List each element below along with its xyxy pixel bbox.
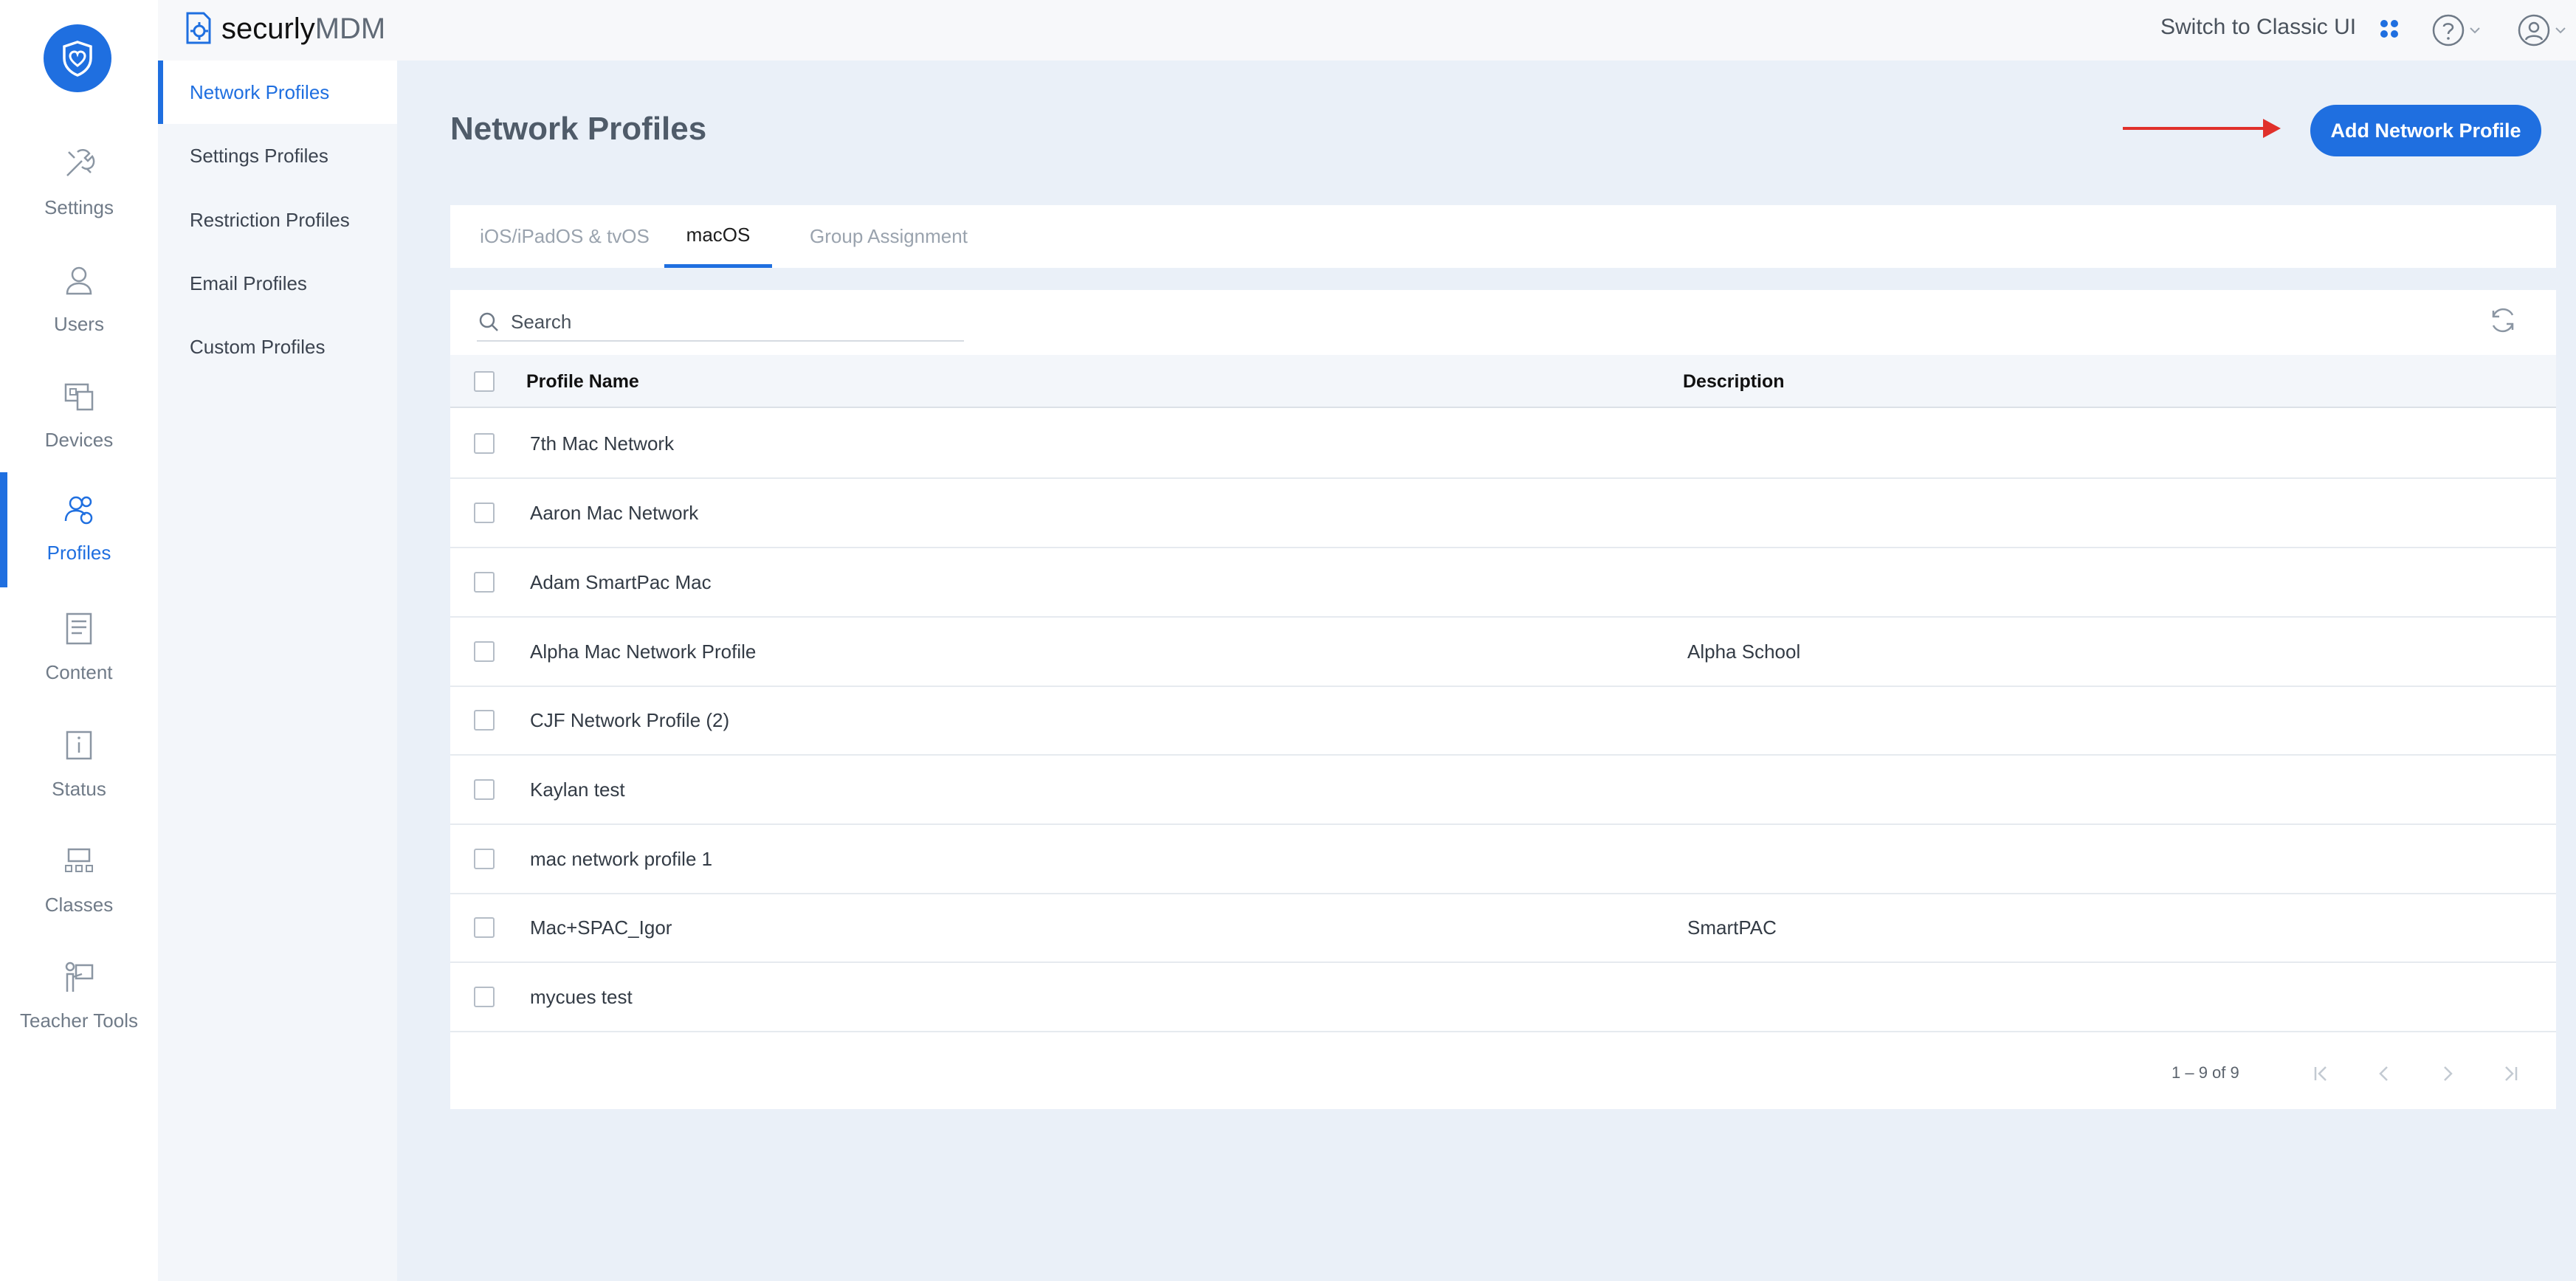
refresh-icon[interactable] (2487, 305, 2518, 339)
row-checkbox[interactable] (474, 849, 495, 869)
tab-ios-ipados-tvos[interactable]: iOS/iPadOS & tvOS (469, 205, 660, 268)
row-checkbox[interactable] (474, 779, 495, 800)
search-icon (479, 312, 498, 331)
table-row[interactable]: Mac+SPAC_Igor SmartPAC (450, 894, 2556, 963)
page-title: Network Profiles (450, 111, 707, 147)
profiles-subnav: Network Profiles Settings Profiles Restr… (158, 61, 397, 1281)
top-bar: securlyMDM Switch to Classic UI (158, 0, 2576, 61)
description-cell: SmartPAC (1687, 916, 1777, 939)
rail-item-content[interactable]: Content (0, 592, 158, 707)
next-page-icon[interactable] (2430, 1056, 2465, 1091)
row-checkbox[interactable] (474, 503, 495, 523)
select-all-checkbox[interactable] (474, 371, 495, 392)
rail-item-users[interactable]: Users (0, 244, 158, 359)
row-checkbox[interactable] (474, 917, 495, 938)
profile-name-cell[interactable]: 7th Mac Network (530, 410, 674, 477)
brand-suffix: MDM (314, 12, 386, 45)
mdm-gear-document-icon (186, 12, 211, 44)
chevron-down-icon (2555, 27, 2566, 34)
row-checkbox[interactable] (474, 641, 495, 662)
pagination-bar: 1 – 9 of 9 (450, 1035, 2556, 1109)
column-header-profile-name[interactable]: Profile Name (526, 355, 639, 408)
previous-page-icon[interactable] (2366, 1056, 2402, 1091)
profile-name-cell[interactable]: mac network profile 1 (530, 825, 712, 893)
row-checkbox[interactable] (474, 987, 495, 1007)
brand-logo[interactable]: securlyMDM (182, 10, 385, 47)
rail-item-label: Settings (44, 196, 114, 218)
platform-tabs: iOS/iPadOS & tvOS macOS Group Assignment (450, 205, 2556, 268)
table-row[interactable]: Aaron Mac Network (450, 479, 2556, 548)
rail-item-teacher-tools[interactable]: Teacher Tools (0, 940, 158, 1055)
table-row[interactable]: mycues test (450, 963, 2556, 1032)
rail-item-label: Profiles (47, 542, 111, 564)
account-icon (2518, 14, 2550, 46)
search-input[interactable]: Search (511, 311, 571, 334)
chevron-down-icon (2470, 27, 2480, 34)
securly-shield-logo[interactable] (44, 24, 111, 92)
status-icon (58, 725, 100, 766)
table-header: Profile Name Description (450, 355, 2556, 408)
table-row[interactable]: Adam SmartPac Mac (450, 548, 2556, 618)
profile-name-cell[interactable]: Alpha Mac Network Profile (530, 618, 756, 686)
profile-name-cell[interactable]: Mac+SPAC_Igor (530, 894, 672, 961)
last-page-icon[interactable] (2493, 1056, 2529, 1091)
table-row[interactable]: 7th Mac Network (450, 410, 2556, 479)
rail-item-label: Status (52, 778, 106, 800)
shield-heart-icon (63, 41, 92, 77)
rail-item-status[interactable]: Status (0, 708, 158, 824)
rail-item-profiles[interactable]: Profiles (0, 472, 158, 587)
subnav-item-email-profiles[interactable]: Email Profiles (158, 252, 397, 315)
content-icon (58, 608, 100, 649)
table-row[interactable]: Alpha Mac Network Profile Alpha School (450, 618, 2556, 687)
profiles-table-card: Search Profile Name Description 7th Mac … (450, 290, 2556, 1109)
user-icon (58, 260, 100, 301)
subnav-item-settings-profiles[interactable]: Settings Profiles (158, 124, 397, 187)
brand-prefix: securly (221, 12, 315, 45)
search-box[interactable]: Search (477, 303, 964, 342)
table-row[interactable]: mac network profile 1 (450, 825, 2556, 894)
rail-item-label: Classes (44, 894, 114, 916)
profile-name-cell[interactable]: Kaylan test (530, 756, 625, 824)
subnav-item-network-profiles[interactable]: Network Profiles (158, 61, 397, 124)
first-page-icon[interactable] (2303, 1056, 2338, 1091)
account-menu[interactable] (2517, 13, 2567, 47)
annotation-arrow-head (2263, 119, 2281, 138)
table-row[interactable]: CJF Network Profile (2) (450, 686, 2556, 756)
switch-to-classic-link[interactable]: Switch to Classic UI (2160, 15, 2356, 40)
classes-icon (58, 840, 100, 882)
teacher-tools-icon (58, 956, 100, 998)
column-header-description[interactable]: Description (1683, 355, 1785, 408)
page-range-label: 1 – 9 of 9 (2172, 1063, 2239, 1082)
devices-icon (58, 376, 100, 417)
rail-item-label: Content (45, 661, 113, 683)
subnav-item-custom-profiles[interactable]: Custom Profiles (158, 315, 397, 379)
annotation-arrow-line (2123, 127, 2270, 130)
row-checkbox[interactable] (474, 572, 495, 593)
table-row[interactable]: Kaylan test (450, 756, 2556, 825)
rail-item-label: Teacher Tools (20, 1009, 138, 1032)
brand-name: securlyMDM (221, 13, 385, 46)
tab-group-assignment[interactable]: Group Assignment (787, 205, 991, 268)
add-network-profile-button[interactable]: Add Network Profile (2310, 105, 2541, 156)
profile-name-cell[interactable]: CJF Network Profile (2) (530, 686, 729, 754)
row-checkbox[interactable] (474, 433, 495, 454)
app-rail: Settings Users Devices Profiles Content … (0, 0, 158, 1281)
rail-item-settings[interactable]: Settings (0, 127, 158, 242)
description-cell: Alpha School (1687, 640, 1801, 663)
rail-item-devices[interactable]: Devices (0, 359, 158, 474)
subnav-item-restriction-profiles[interactable]: Restriction Profiles (158, 188, 397, 252)
profile-name-cell[interactable]: Aaron Mac Network (530, 479, 698, 547)
apps-grid-icon[interactable] (2378, 18, 2400, 40)
rail-item-label: Users (54, 313, 104, 335)
tab-macos[interactable]: macOS (664, 205, 772, 268)
row-checkbox[interactable] (474, 710, 495, 731)
profiles-icon (58, 488, 100, 530)
help-icon (2432, 14, 2465, 46)
rail-item-classes[interactable]: Classes (0, 824, 158, 939)
help-menu[interactable] (2431, 13, 2482, 47)
profile-name-cell[interactable]: Adam SmartPac Mac (530, 548, 712, 616)
profile-name-cell[interactable]: mycues test (530, 963, 633, 1031)
rail-item-label: Devices (44, 429, 114, 451)
settings-tools-icon (58, 143, 100, 184)
